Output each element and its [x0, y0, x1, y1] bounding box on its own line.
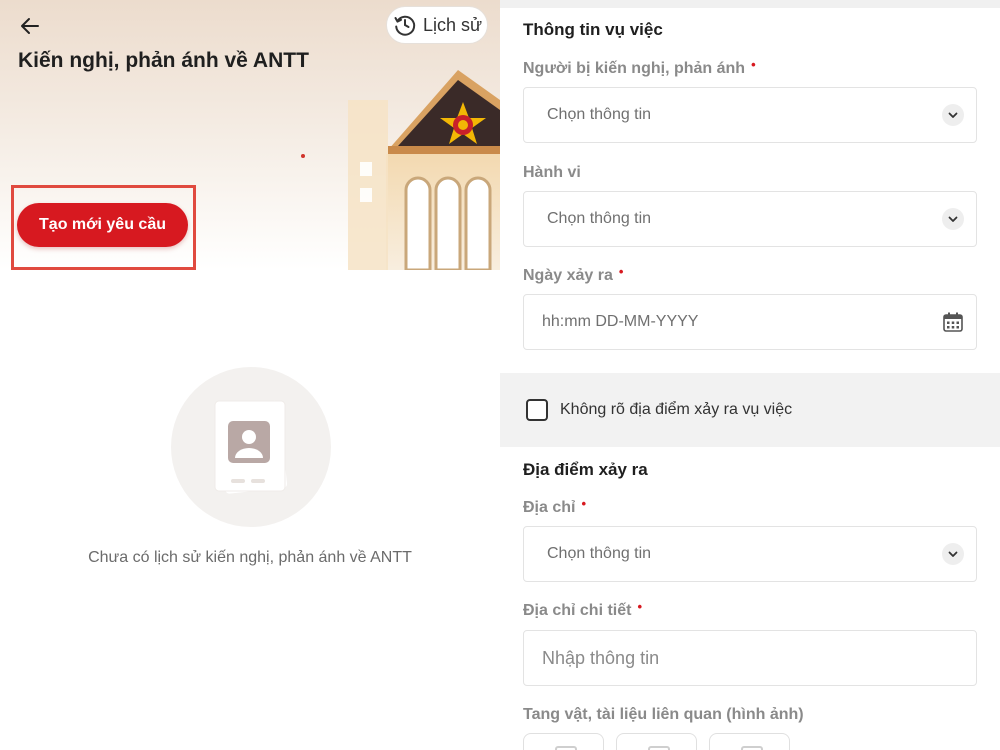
required-mark: • — [581, 496, 587, 511]
chevron-down-icon — [942, 208, 964, 230]
required-mark: • — [637, 599, 643, 614]
create-request-button[interactable]: Tạo mới yêu cầu — [17, 203, 188, 247]
section-title-location: Địa điểm xảy ra — [523, 460, 648, 479]
history-label: Lịch sử — [423, 14, 483, 35]
label-address: Địa chỉ • — [523, 496, 587, 517]
document-person-icon — [214, 400, 288, 494]
behavior-select-value: Chọn thông tin — [547, 210, 652, 227]
upload-slot[interactable] — [709, 733, 790, 750]
police-building-illustration — [348, 70, 500, 270]
person-select[interactable]: Chọn thông tin — [523, 87, 977, 143]
left-screen: Lịch sử Kiến nghị, phản ánh về ANTT Tạo … — [0, 0, 500, 750]
label-evidence: Tang vật, tài liệu liên quan (hình ảnh) — [523, 706, 804, 724]
arrow-left-icon — [21, 18, 39, 34]
label-behavior-text: Hành vi — [523, 164, 581, 181]
evidence-upload-slots — [523, 733, 790, 750]
label-address-detail-text: Địa chỉ chi tiết — [523, 602, 632, 619]
address-select[interactable]: Chọn thông tin — [523, 526, 977, 582]
page-title: Kiến nghị, phản ánh về ANTT — [18, 49, 309, 72]
required-mark: • — [618, 264, 624, 279]
upload-slot[interactable] — [616, 733, 697, 750]
unknown-location-checkbox[interactable] — [526, 399, 548, 421]
upload-slot[interactable] — [523, 733, 604, 750]
section-title-incident: Thông tin vụ việc — [523, 20, 663, 39]
label-date: Ngày xảy ra • — [523, 264, 624, 285]
label-address-text: Địa chỉ — [523, 499, 576, 516]
behavior-select[interactable]: Chọn thông tin — [523, 191, 977, 247]
clock-history-icon — [394, 15, 416, 36]
chevron-down-icon — [942, 104, 964, 126]
label-address-detail: Địa chỉ chi tiết • — [523, 599, 643, 620]
empty-state-text: Chưa có lịch sử kiến nghị, phản ánh về A… — [88, 549, 412, 566]
back-button[interactable] — [16, 12, 44, 40]
decorative-dot — [301, 154, 305, 158]
person-select-value: Chọn thông tin — [547, 106, 652, 123]
required-mark: • — [751, 57, 756, 72]
chevron-down-icon — [942, 543, 964, 565]
unknown-location-row[interactable]: Không rõ địa điểm xảy ra vụ việc — [500, 373, 1000, 447]
top-divider — [500, 0, 1000, 8]
date-input[interactable]: hh:mm DD-MM-YYYY — [523, 294, 977, 350]
history-button[interactable]: Lịch sử — [386, 6, 488, 44]
label-person-text: Người bị kiến nghị, phản ánh — [523, 60, 746, 77]
calendar-icon[interactable] — [942, 311, 964, 333]
address-detail-input[interactable]: Nhập thông tin — [523, 630, 977, 686]
unknown-location-label: Không rõ địa điểm xảy ra vụ việc — [560, 401, 793, 418]
label-person: Người bị kiến nghị, phản ánh • — [523, 57, 756, 78]
empty-state-illustration — [171, 367, 331, 527]
right-screen: Thông tin vụ việc Người bị kiến nghị, ph… — [500, 0, 1000, 750]
label-date-text: Ngày xảy ra — [523, 267, 613, 284]
address-detail-placeholder: Nhập thông tin — [542, 647, 660, 668]
date-input-placeholder: hh:mm DD-MM-YYYY — [542, 313, 699, 330]
label-behavior: Hành vi — [523, 164, 581, 182]
label-evidence-text: Tang vật, tài liệu liên quan (hình ảnh) — [523, 706, 804, 723]
address-select-value: Chọn thông tin — [547, 545, 652, 562]
